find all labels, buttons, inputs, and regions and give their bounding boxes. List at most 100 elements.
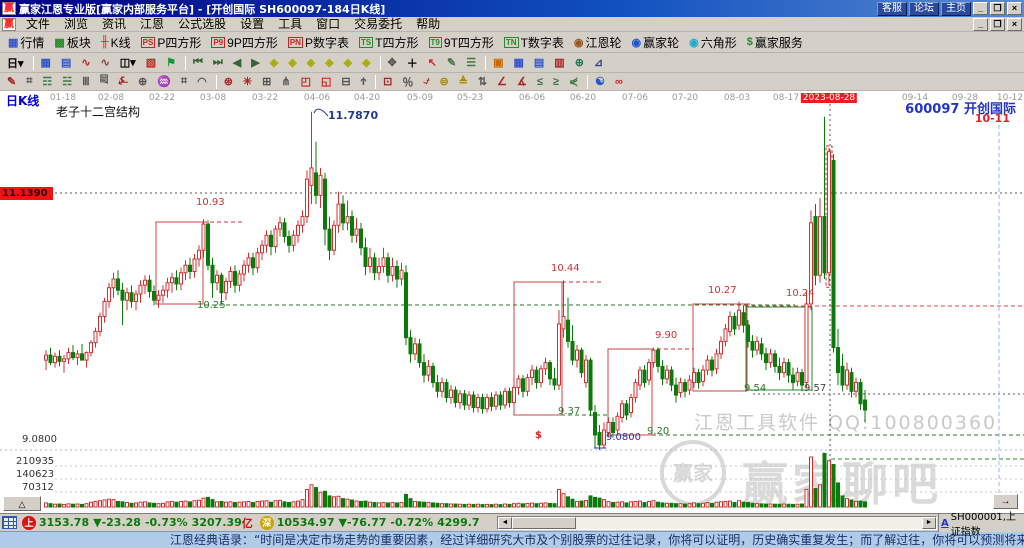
scroll-right-button[interactable]: → xyxy=(993,494,1018,509)
pencil-tool-button[interactable]: ✎ xyxy=(4,73,22,90)
angle-ruler-button[interactable]: ⍼ xyxy=(115,73,133,90)
gann-angle-1x4-button[interactable]: ◈ xyxy=(322,54,339,71)
percent-retrace-button[interactable]: ％ xyxy=(399,73,419,90)
wedge-down-button[interactable]: ≥ xyxy=(549,73,564,90)
t-square-button[interactable]: TS T四方形 xyxy=(354,33,423,51)
export-tool-button[interactable]: ⊕ xyxy=(571,54,589,71)
time-ruler-button[interactable]: Ⅲ xyxy=(79,73,95,90)
9p-square-button[interactable]: P9 9P四方形 xyxy=(207,33,282,51)
scrollbar-right-arrow[interactable]: ► xyxy=(922,517,936,529)
gann-angle-1x1-button[interactable]: ◈ xyxy=(266,54,284,71)
angle-line-1-button[interactable]: ∠ xyxy=(494,73,512,90)
prev-bar-button[interactable]: ◀ xyxy=(229,54,247,71)
star-tool-button[interactable]: ✳ xyxy=(239,73,258,90)
homepage-button[interactable]: 主页 xyxy=(941,1,971,16)
menu-设置[interactable]: 设置 xyxy=(233,17,271,31)
price-box-button[interactable]: ⊡ xyxy=(380,73,398,90)
next-bar-button[interactable]: ▶ xyxy=(248,54,265,71)
scrollbar-left-arrow[interactable]: ◄ xyxy=(498,517,512,529)
t-number-table-button[interactable]: TN T数字表 xyxy=(499,33,568,51)
notes-tool-button[interactable]: ▤ xyxy=(530,54,550,71)
cross-tool-button[interactable]: Ϯ xyxy=(357,73,372,90)
target-tool-button[interactable]: ⊛ xyxy=(220,73,238,90)
p-square-button[interactable]: PS P四方形 xyxy=(136,33,206,51)
yinyang-tool-button[interactable]: ☯ xyxy=(592,73,611,90)
candle-style-button[interactable]: ◫▾ xyxy=(116,54,141,71)
calculator-tool-button[interactable]: ▦ xyxy=(510,54,529,71)
percent-line-button[interactable]: ⍻ xyxy=(420,73,435,90)
sse-icon[interactable]: 上 xyxy=(22,515,36,530)
menu-资讯[interactable]: 资讯 xyxy=(95,17,133,31)
quote-grid-icon[interactable] xyxy=(2,516,17,529)
link-tool-button[interactable]: ⊿ xyxy=(590,54,609,71)
p-number-table-button[interactable]: PN P数字表 xyxy=(283,33,353,51)
gann-angle-4x1-button[interactable]: ◈ xyxy=(340,54,358,71)
9t-square-button[interactable]: T9 9T四方形 xyxy=(424,33,498,51)
square-n2-button[interactable]: ⌗ xyxy=(177,73,193,90)
edit-tool-button[interactable]: ✎ xyxy=(443,54,462,71)
list-tool-button[interactable]: ☰ xyxy=(463,54,482,71)
trend-line-small-button[interactable]: ∿ xyxy=(78,54,96,71)
child-close-button[interactable]: × xyxy=(1007,17,1022,31)
grid-tool-button[interactable]: ⌗ xyxy=(23,73,38,90)
ticker-scrollbar[interactable]: ◄ ► xyxy=(497,516,937,530)
market-quotes-button[interactable]: ▦ 行情 xyxy=(4,33,49,51)
gann-angle-1x2-button[interactable]: ◈ xyxy=(285,54,302,71)
kline-mark-button[interactable]: ▧ xyxy=(142,54,162,71)
save-tool-button[interactable]: ▥ xyxy=(551,54,570,71)
wedge-up-button[interactable]: ≤ xyxy=(533,73,548,90)
infinity-tool-button[interactable]: ∞ xyxy=(612,73,628,90)
gann-angle-2x1-button[interactable]: ◈ xyxy=(303,54,321,71)
hexagon-button[interactable]: ◉ 六角形 xyxy=(685,33,741,51)
menu-江恩[interactable]: 江恩 xyxy=(133,17,171,31)
last-page-button[interactable]: ⏭ xyxy=(209,54,228,71)
menu-帮助[interactable]: 帮助 xyxy=(409,17,447,31)
market-window-button[interactable]: ▦ xyxy=(37,54,56,71)
menu-公式选股[interactable]: 公式选股 xyxy=(171,17,233,31)
cursor-tool-button[interactable]: ↖ xyxy=(424,54,442,71)
gann-box-red-button[interactable]: ◰ xyxy=(297,73,316,90)
menu-文件[interactable]: 文件 xyxy=(19,17,57,31)
angle-line-2-button[interactable]: ∡ xyxy=(513,73,532,90)
golden-circle-button[interactable]: ⊜ xyxy=(436,73,454,90)
menu-工具[interactable]: 工具 xyxy=(271,17,309,31)
calendar-tool-button[interactable]: ▣ xyxy=(490,54,509,71)
box-grid-button[interactable]: ⊞ xyxy=(259,73,277,90)
gann-angle-all-button[interactable]: ◈ xyxy=(359,54,376,71)
gann-grid-down-button[interactable]: ☵ xyxy=(59,73,78,90)
close-button[interactable]: × xyxy=(1007,2,1022,15)
winner-service-button[interactable]: $ 赢家服务 xyxy=(742,33,807,51)
gann-wheel-button[interactable]: ◉ 江恩轮 xyxy=(569,33,626,51)
arc-tool-button[interactable]: ◠ xyxy=(194,73,212,90)
flag-tool-button[interactable]: ⚑ xyxy=(163,54,181,71)
updown-tool-button[interactable]: ⇅ xyxy=(474,73,493,90)
period-daily-button[interactable]: 日▾ xyxy=(4,54,29,71)
minimize-button[interactable]: _ xyxy=(973,2,988,15)
dense-grid-button[interactable]: ♒ xyxy=(154,73,176,90)
first-page-button[interactable]: ⏮ xyxy=(189,54,208,71)
volume-expand-button[interactable]: △ xyxy=(3,496,41,511)
kline-button[interactable]: ╫ K线 xyxy=(96,33,135,51)
circle-tool-button[interactable]: ⊕ xyxy=(134,73,153,90)
kline-chart-area[interactable]: 江恩工具软件 QQ:100800360 赢家 赢家聊吧 01-18 02-08 02… xyxy=(0,91,1024,513)
scrollbar-thumb[interactable] xyxy=(512,517,576,529)
spiral-tool-button[interactable]: ༕ xyxy=(96,73,114,90)
winner-wheel-button[interactable]: ◉ 赢家轮 xyxy=(627,33,684,51)
gann-grid-up-button[interactable]: ☶ xyxy=(39,73,58,90)
info-panel-button[interactable]: ▤ xyxy=(57,54,77,71)
child-minimize-button[interactable]: _ xyxy=(973,17,988,31)
menu-交易委托[interactable]: 交易委托 xyxy=(347,17,409,31)
gann-box-dark-button[interactable]: ◱ xyxy=(317,73,337,90)
menu-浏览[interactable]: 浏览 xyxy=(57,17,95,31)
golden-box-button[interactable]: ≜ xyxy=(455,73,473,90)
forum-button[interactable]: 论坛 xyxy=(909,1,939,16)
child-restore-button[interactable]: ❐ xyxy=(990,17,1005,31)
current-symbol-panel[interactable]: A SH000001,上证指数 xyxy=(938,512,1024,538)
restore-button[interactable]: ❐ xyxy=(990,2,1005,15)
channel-tool-button[interactable]: ⋞ xyxy=(565,73,584,90)
menu-窗口[interactable]: 窗口 xyxy=(309,17,347,31)
support-button[interactable]: 客服 xyxy=(877,1,907,16)
crosshair-tool-button[interactable]: ＋ xyxy=(403,54,423,71)
grid-frame-button[interactable]: ⊟ xyxy=(338,73,356,90)
hand-tool-button[interactable]: ✥ xyxy=(384,54,402,71)
